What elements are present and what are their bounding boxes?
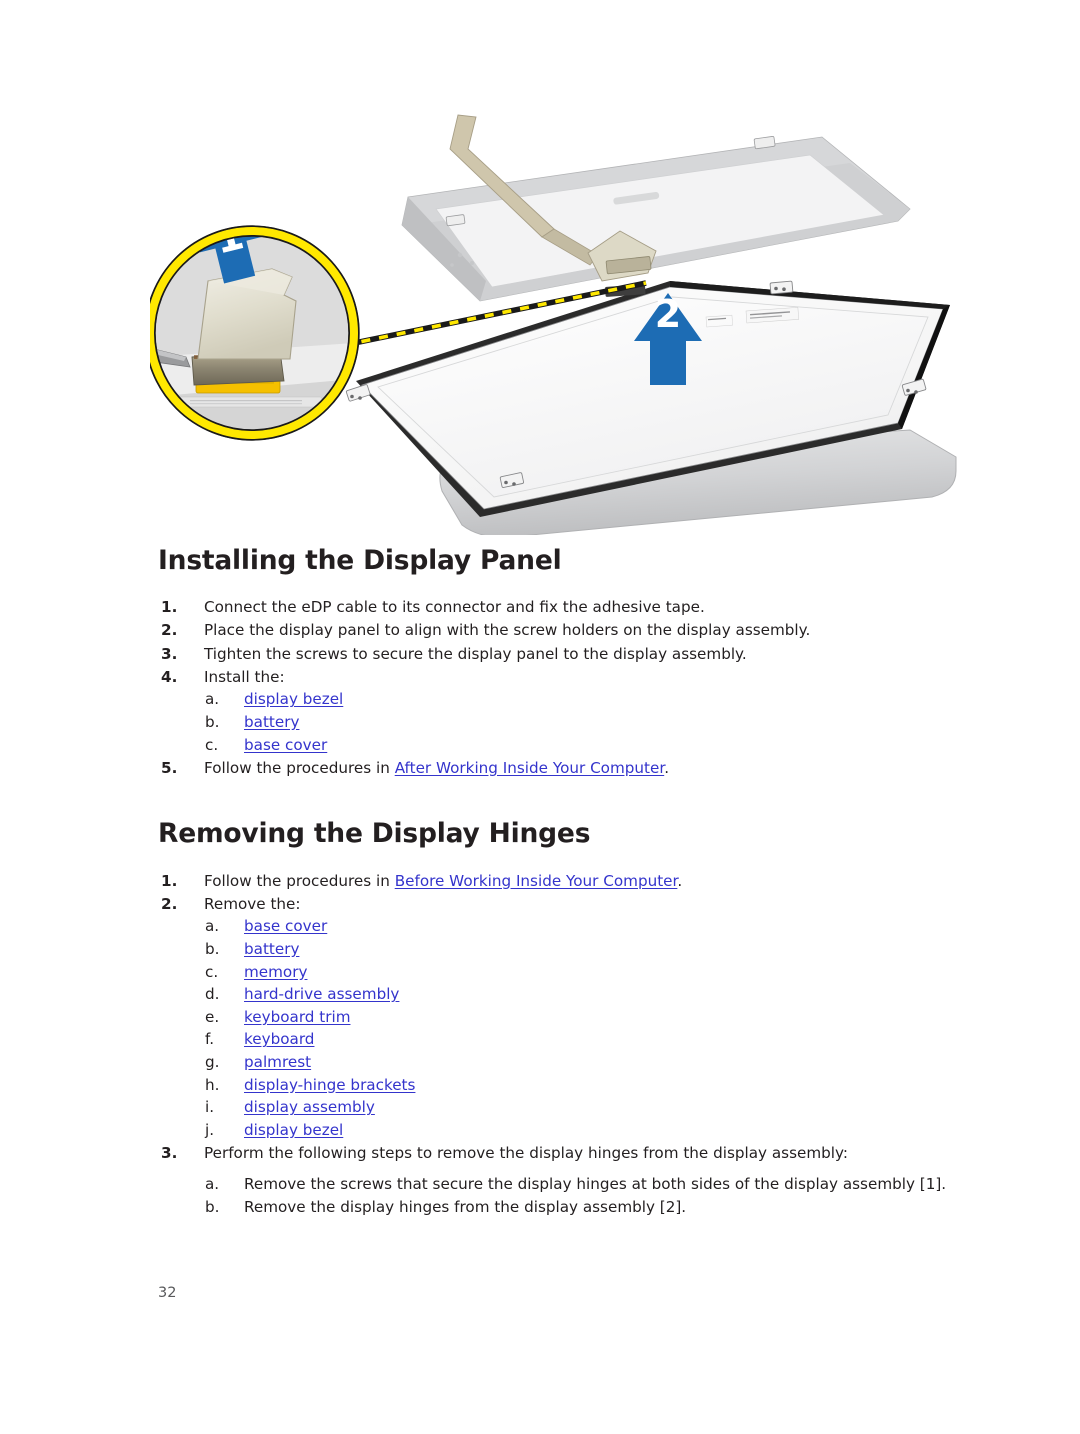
substep-letter: c. (205, 735, 219, 754)
substep-letter: j. (205, 1120, 215, 1139)
step-item: 2. Remove the: a. base cover b. battery … (158, 893, 948, 1142)
step-number: 3. (161, 644, 178, 663)
substep-letter: d. (205, 985, 220, 1004)
document-page: 1 2 Installing the Display Panel 1. Conn… (0, 0, 1080, 1434)
substep-item: b. battery (204, 938, 948, 961)
step-item: 4. Install the: a. display bezel b. batt… (158, 666, 948, 756)
link-memory[interactable]: memory (244, 963, 307, 981)
substep-letter: h. (205, 1075, 220, 1094)
substep-item: i. display assembly (204, 1096, 948, 1119)
step-number: 5. (161, 758, 178, 777)
step-text-after: . (677, 871, 683, 890)
substeps-remove-the: a. base cover b. battery c. memory d. ha… (204, 915, 948, 1141)
step-number: 2. (161, 621, 178, 640)
step-text: Tighten the screws to secure the display… (204, 644, 747, 663)
link-display-hinge-brackets[interactable]: display-hinge brackets (244, 1076, 415, 1094)
substeps-perform-following: a. Remove the screws that secure the dis… (204, 1173, 948, 1218)
page-title-removing-display-hinges: Removing the Display Hinges (158, 818, 591, 850)
step-number: 2. (161, 894, 178, 913)
step-item: 5. Follow the procedures in After Workin… (158, 757, 948, 780)
figure-illustration: 1 2 (150, 114, 957, 535)
step-number: 1. (161, 598, 178, 617)
step-text-after: . (664, 758, 670, 777)
link-display-assembly[interactable]: display assembly (244, 1098, 375, 1116)
step-item: 3. Tighten the screws to secure the disp… (158, 643, 948, 666)
substep-letter: f. (205, 1030, 215, 1049)
substeps-install-the: a. display bezel b. battery c. base cove… (204, 688, 948, 756)
page-number: 32 (158, 1285, 177, 1301)
link-after-working-inside-your-computer[interactable]: After Working Inside Your Computer (395, 759, 664, 777)
substep-item: d. hard-drive assembly (204, 983, 948, 1006)
link-base-cover[interactable]: base cover (244, 736, 327, 754)
substep-text: Remove the screws that secure the displa… (244, 1175, 947, 1194)
substep-text: Remove the display hinges from the displ… (244, 1197, 687, 1216)
substep-letter: e. (205, 1007, 220, 1026)
link-display-bezel[interactable]: display bezel (244, 1121, 343, 1139)
substep-item: a. display bezel (204, 688, 948, 711)
substep-item: a. Remove the screws that secure the dis… (204, 1173, 948, 1196)
step-item: 3. Perform the following steps to remove… (158, 1142, 948, 1218)
step-text-before: Follow the procedures in (204, 758, 395, 777)
substep-letter: g. (205, 1053, 220, 1072)
substep-letter: b. (205, 940, 220, 959)
link-base-cover[interactable]: base cover (244, 917, 327, 935)
link-keyboard[interactable]: keyboard (244, 1030, 314, 1048)
substep-item: j. display bezel (204, 1119, 948, 1142)
link-keyboard-trim[interactable]: keyboard trim (244, 1008, 350, 1026)
steps-installing-display-panel: 1. Connect the eDP cable to its connecto… (158, 596, 948, 779)
step-number: 1. (161, 871, 178, 890)
substep-item: g. palmrest (204, 1051, 948, 1074)
substep-item: c. base cover (204, 734, 948, 757)
link-battery[interactable]: battery (244, 713, 299, 731)
magnifier-callout: 1 (150, 225, 360, 441)
substep-letter: i. (205, 1098, 215, 1117)
document-body: Installing the Display Panel 1. Connect … (158, 546, 948, 1219)
link-display-bezel[interactable]: display bezel (244, 690, 343, 708)
link-hard-drive-assembly[interactable]: hard-drive assembly (244, 985, 399, 1003)
step-text: Remove the: (204, 894, 301, 913)
substep-letter: a. (205, 690, 220, 709)
link-battery[interactable]: battery (244, 940, 299, 958)
page-title-installing-display-panel: Installing the Display Panel (158, 545, 562, 576)
substep-letter: a. (205, 917, 220, 936)
substep-item: b. Remove the display hinges from the di… (204, 1196, 948, 1219)
substep-letter: b. (205, 713, 220, 732)
substep-item: h. display-hinge brackets (204, 1074, 948, 1097)
step-item: 2. Place the display panel to align with… (158, 619, 948, 642)
substep-item: c. memory (204, 961, 948, 984)
substep-item: a. base cover (204, 915, 948, 938)
substep-letter: b. (205, 1197, 220, 1216)
step-text: Perform the following steps to remove th… (204, 1144, 848, 1163)
substep-item: f. keyboard (204, 1028, 948, 1051)
callout-arrow-2-label: 2 (655, 292, 681, 336)
substep-item: e. keyboard trim (204, 1006, 948, 1029)
step-text: Place the display panel to align with th… (204, 621, 811, 640)
step-text: Install the: (204, 667, 285, 686)
substep-letter: a. (205, 1175, 220, 1194)
step-item: 1. Connect the eDP cable to its connecto… (158, 596, 948, 619)
substep-item: b. battery (204, 711, 948, 734)
link-before-working-inside-your-computer[interactable]: Before Working Inside Your Computer (395, 872, 678, 890)
link-palmrest[interactable]: palmrest (244, 1053, 311, 1071)
substep-letter: c. (205, 962, 219, 981)
figure-display-panel-removal: 1 2 (150, 105, 970, 535)
steps-removing-display-hinges: 1. Follow the procedures in Before Worki… (158, 870, 948, 1219)
step-number: 3. (161, 1144, 178, 1163)
step-number: 4. (161, 667, 178, 686)
step-text-before: Follow the procedures in (204, 871, 395, 890)
step-item: 1. Follow the procedures in Before Worki… (158, 870, 948, 893)
step-text: Connect the eDP cable to its connector a… (204, 598, 705, 617)
